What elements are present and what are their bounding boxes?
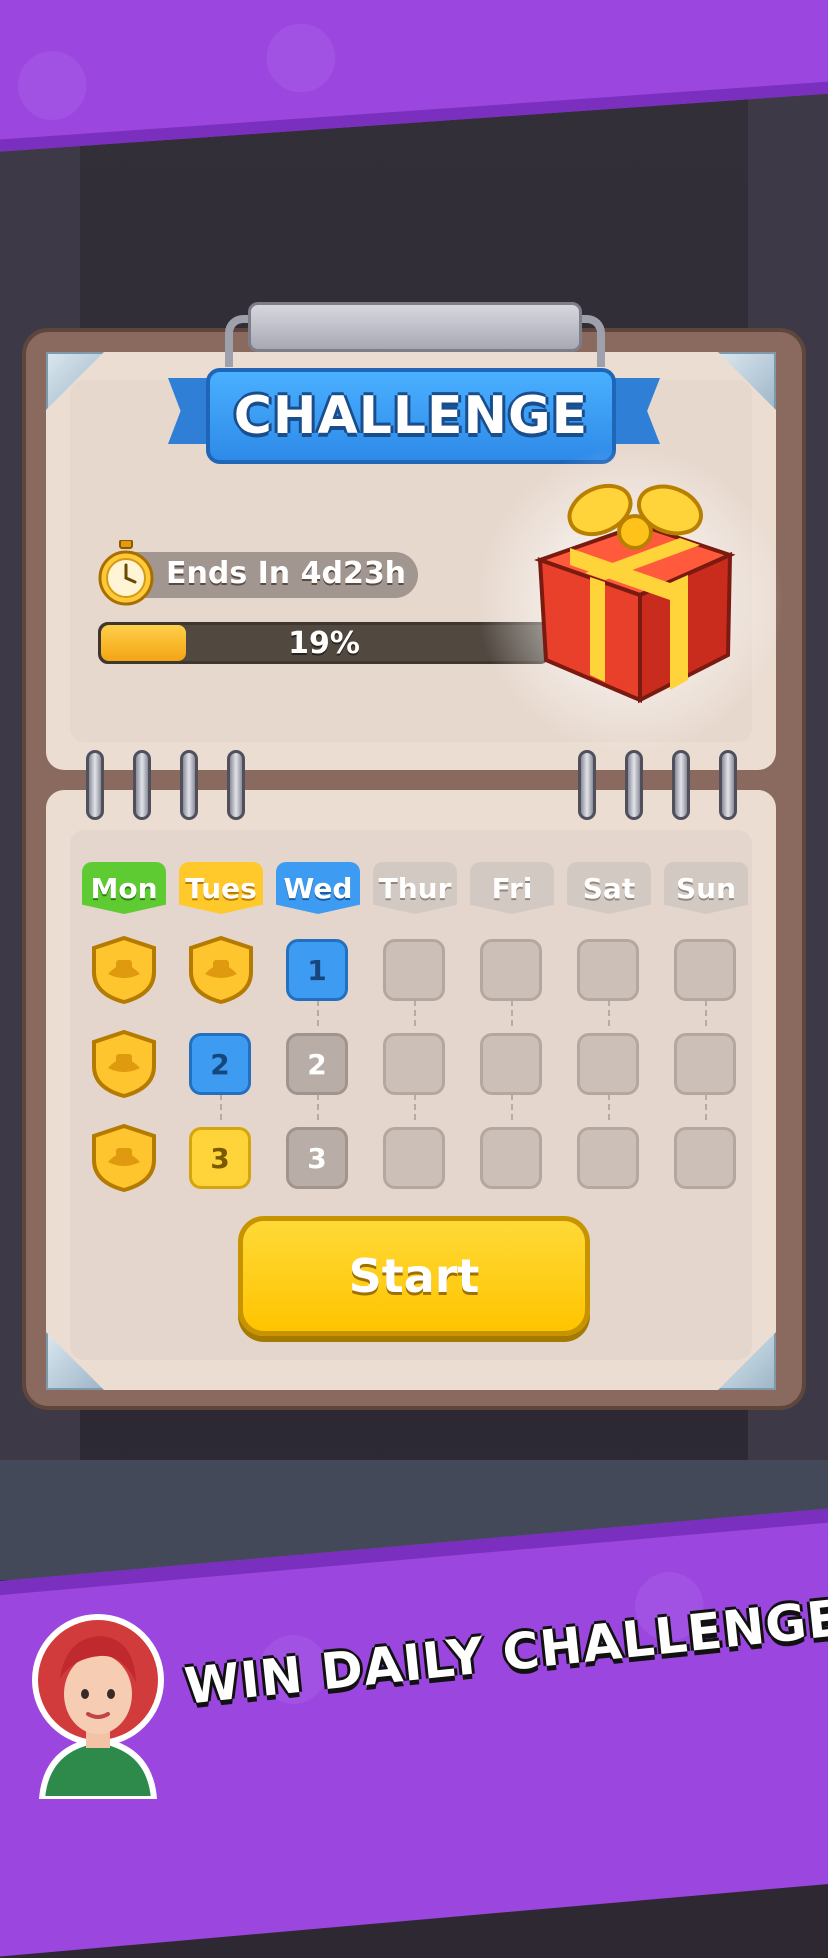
level-number: 3 xyxy=(210,1141,230,1175)
binder-ring xyxy=(719,750,737,820)
day-label: Thur xyxy=(378,871,452,905)
level-cell-available[interactable]: 3 xyxy=(189,1127,251,1189)
binder-ring xyxy=(180,750,198,820)
level-connector xyxy=(608,1094,610,1120)
page-title: CHALLENGE xyxy=(233,386,589,446)
completed-badge-icon xyxy=(90,935,158,1005)
level-number: 2 xyxy=(307,1047,327,1081)
level-cell-locked xyxy=(674,1033,736,1095)
day-tab-fri: Fri xyxy=(470,862,554,914)
binder-ring xyxy=(625,750,643,820)
level-cell-locked xyxy=(383,1127,445,1189)
start-button-label: Start xyxy=(348,1249,480,1303)
level-connector xyxy=(414,1094,416,1120)
level-cell-current[interactable]: 2 xyxy=(189,1033,251,1095)
level-cell-locked xyxy=(480,939,542,1001)
day-label: Wed xyxy=(283,871,353,905)
day-tab-sun: Sun xyxy=(664,862,748,914)
day-tab-thur: Thur xyxy=(373,862,457,914)
start-button[interactable]: Start xyxy=(238,1216,590,1336)
level-connector xyxy=(705,1000,707,1026)
binder-ring xyxy=(86,750,104,820)
level-connector xyxy=(317,1000,319,1026)
binder-ring xyxy=(672,750,690,820)
level-cell-locked xyxy=(674,1127,736,1189)
level-connector xyxy=(511,1000,513,1026)
completed-badge-icon xyxy=(90,1029,158,1099)
avatar xyxy=(30,1608,166,1802)
day-label: Tues xyxy=(185,871,257,905)
level-cell-locked xyxy=(674,939,736,1001)
hat-decoration-icon: ● xyxy=(8,23,95,134)
day-label: Sat xyxy=(582,871,636,905)
level-connector xyxy=(414,1000,416,1026)
binder-ring xyxy=(227,750,245,820)
binder-ring xyxy=(133,750,151,820)
level-cell-locked xyxy=(480,1127,542,1189)
day-label: Fri xyxy=(491,871,533,905)
binder-ring xyxy=(578,750,596,820)
timer-label: Ends In 4d23h xyxy=(166,556,407,591)
level-cell-locked xyxy=(383,939,445,1001)
day-tab-mon: Mon xyxy=(82,862,166,914)
day-label: Mon xyxy=(90,871,158,905)
level-cell-locked xyxy=(577,1127,639,1189)
level-cell-current[interactable]: 1 xyxy=(286,939,348,1001)
gift-box-icon[interactable] xyxy=(530,470,750,710)
day-tab-sat: Sat xyxy=(567,862,651,914)
level-number: 2 xyxy=(210,1047,230,1081)
level-number: 1 xyxy=(307,953,327,987)
level-cell-locked xyxy=(577,939,639,1001)
level-number: 3 xyxy=(307,1141,327,1175)
level-cell-locked xyxy=(383,1033,445,1095)
level-connector xyxy=(705,1094,707,1120)
level-connector xyxy=(608,1000,610,1026)
day-label: Sun xyxy=(675,871,737,905)
level-connector xyxy=(220,1094,222,1120)
level-cell-upcoming: 3 xyxy=(286,1127,348,1189)
completed-badge-icon xyxy=(187,935,255,1005)
day-tab-wed: Wed xyxy=(276,862,360,914)
level-connector xyxy=(511,1094,513,1120)
level-connector xyxy=(317,1094,319,1120)
level-cell-locked xyxy=(480,1033,542,1095)
hat-decoration-icon: ● xyxy=(257,0,344,107)
stopwatch-icon xyxy=(96,539,156,606)
level-cell-locked xyxy=(577,1033,639,1095)
clipboard-clip xyxy=(248,302,582,352)
completed-badge-icon xyxy=(90,1123,158,1193)
level-cell-upcoming: 2 xyxy=(286,1033,348,1095)
day-tab-tues: Tues xyxy=(179,862,263,914)
